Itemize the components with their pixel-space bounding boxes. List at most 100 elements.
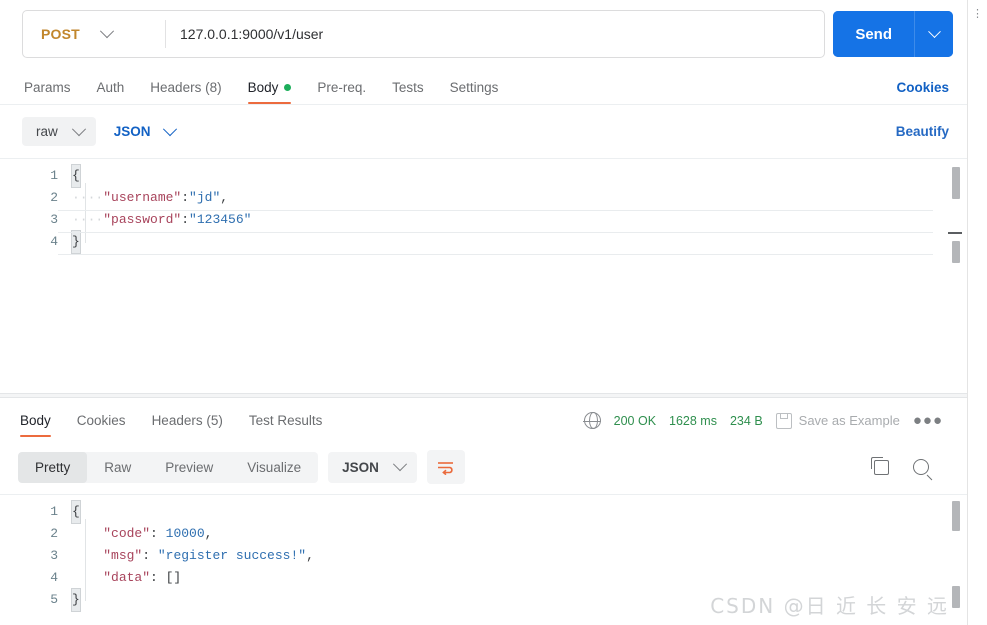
url-bar: POST 127.0.0.1:9000/v1/user Send <box>0 0 967 58</box>
response-toolbar: Pretty Raw Preview Visualize JSON <box>0 442 967 494</box>
response-tab-cookies[interactable]: Cookies <box>64 413 139 437</box>
tab-prerequest[interactable]: Pre-req. <box>304 80 379 104</box>
code-text: ····"password":"123456" <box>72 212 252 227</box>
tab-headers[interactable]: Headers (8) <box>137 80 234 104</box>
request-editor-scrollbar[interactable] <box>952 165 961 385</box>
body-present-dot-icon <box>284 83 292 91</box>
code-line: 2 ····"username":"jd", <box>0 187 967 209</box>
code-text: "code": 10000, <box>103 526 213 541</box>
code-line: 2 "code": 10000, <box>0 523 967 545</box>
code-line: 1 { <box>0 500 967 524</box>
line-number: 5 <box>50 592 58 607</box>
cookies-link[interactable]: Cookies <box>896 80 949 104</box>
url-input[interactable]: 127.0.0.1:9000/v1/user <box>166 26 824 42</box>
send-button-group: Send <box>833 11 954 57</box>
copy-icon[interactable] <box>871 456 890 475</box>
code-line: 5 } <box>0 588 967 612</box>
code-text: "data": [] <box>103 570 182 585</box>
response-viewer-scrollbar[interactable] <box>952 499 961 624</box>
chevron-down-icon <box>927 24 941 38</box>
request-body-editor[interactable]: 1 { 2 ····"username":"jd", 3 ····"passwo… <box>0 158 968 393</box>
view-mode-raw[interactable]: Raw <box>87 452 148 483</box>
line-number: 4 <box>50 570 58 585</box>
response-view-mode-group: Pretty Raw Preview Visualize <box>18 451 319 483</box>
request-editor-hscroll[interactable] <box>948 232 963 234</box>
body-format-dropdown[interactable]: JSON <box>110 118 179 145</box>
request-code-rows: 1 { 2 ····"username":"jd", 3 ····"passwo… <box>0 159 967 254</box>
response-more-options-icon[interactable]: ●●● <box>913 413 943 428</box>
response-format-dropdown[interactable]: JSON <box>328 451 417 483</box>
http-method-label: POST <box>41 26 80 42</box>
chevron-down-icon <box>162 121 177 136</box>
tab-settings[interactable]: Settings <box>437 80 512 104</box>
code-line: 3 ····"password":"123456" <box>0 209 967 231</box>
scrollbar-thumb[interactable] <box>952 501 961 531</box>
request-tabs: Params Auth Headers (8) Body Pre-req. Te… <box>0 58 967 104</box>
chevron-down-icon <box>71 121 86 136</box>
fold-guide <box>85 519 86 601</box>
send-options-button[interactable] <box>914 11 954 57</box>
tab-auth[interactable]: Auth <box>84 80 138 104</box>
save-as-example-button[interactable]: Save as Example <box>775 412 900 429</box>
body-type-toolbar: raw JSON Beautify <box>0 105 967 158</box>
response-tabs: Body Cookies Headers (5) Test Results 20… <box>0 398 967 442</box>
response-tab-headers[interactable]: Headers (5) <box>139 413 236 437</box>
scrollbar-thumb-secondary[interactable] <box>952 241 961 263</box>
wrap-lines-icon <box>438 461 454 475</box>
response-code-rows: 1 { 2 "code": 10000, 3 "msg": "register … <box>0 495 967 612</box>
code-text: } <box>71 230 81 254</box>
tab-body[interactable]: Body <box>235 80 305 104</box>
status-code: 200 OK <box>613 413 657 428</box>
globe-icon <box>583 411 601 430</box>
response-time: 1628 ms <box>669 413 717 428</box>
line-number: 3 <box>50 548 58 563</box>
line-number: 2 <box>50 190 58 205</box>
code-text: } <box>71 588 81 612</box>
request-response-pane: POST 127.0.0.1:9000/v1/user Send Params … <box>0 0 968 625</box>
body-mode-label: raw <box>36 124 58 139</box>
wrap-lines-button[interactable] <box>426 450 465 484</box>
search-icon[interactable] <box>913 459 930 475</box>
view-mode-visualize[interactable]: Visualize <box>230 452 318 483</box>
line-number: 4 <box>50 234 58 249</box>
save-icon <box>775 412 792 429</box>
code-line: 4 } <box>0 230 967 254</box>
view-mode-pretty[interactable]: Pretty <box>18 451 88 483</box>
row-divider <box>58 254 934 255</box>
code-text: ····"username":"jd", <box>72 190 229 205</box>
code-text: { <box>71 500 81 524</box>
postman-window: POST 127.0.0.1:9000/v1/user Send Params … <box>0 0 987 625</box>
response-tools-right <box>871 456 953 475</box>
tab-params[interactable]: Params <box>22 80 84 104</box>
code-text: "msg": "register success!", <box>103 548 314 563</box>
tab-tests[interactable]: Tests <box>379 80 437 104</box>
row-divider <box>58 232 934 233</box>
response-size: 234 B <box>729 413 763 428</box>
line-number: 3 <box>50 212 58 227</box>
chevron-down-icon <box>99 24 114 39</box>
tab-body-label: Body <box>247 80 279 95</box>
url-input-group: POST 127.0.0.1:9000/v1/user <box>22 10 826 58</box>
http-method-dropdown[interactable]: POST <box>23 12 165 56</box>
code-line: 3 "msg": "register success!", <box>0 545 967 567</box>
chevron-down-icon <box>392 457 407 472</box>
send-button[interactable]: Send <box>833 11 915 57</box>
fold-guide <box>85 183 86 243</box>
beautify-button[interactable]: Beautify <box>896 124 949 139</box>
code-line: 1 { <box>0 164 967 188</box>
response-format-label: JSON <box>342 459 379 475</box>
response-body-viewer[interactable]: 1 { 2 "code": 10000, 3 "msg": "register … <box>0 494 968 625</box>
body-mode-dropdown[interactable]: raw <box>22 117 96 146</box>
scrollbar-thumb-secondary[interactable] <box>952 586 961 608</box>
line-number: 1 <box>50 168 58 183</box>
scrollbar-thumb[interactable] <box>952 167 961 199</box>
body-format-label: JSON <box>113 124 151 139</box>
code-text: { <box>71 164 81 188</box>
code-line: 4 "data": [] <box>0 567 967 589</box>
line-number: 2 <box>50 526 58 541</box>
response-tab-body[interactable]: Body <box>18 413 64 437</box>
line-number: 1 <box>50 504 58 519</box>
rail-more-options-icon[interactable]: ⋮ <box>968 9 987 20</box>
view-mode-preview[interactable]: Preview <box>148 452 230 483</box>
response-tab-test-results[interactable]: Test Results <box>236 413 336 437</box>
